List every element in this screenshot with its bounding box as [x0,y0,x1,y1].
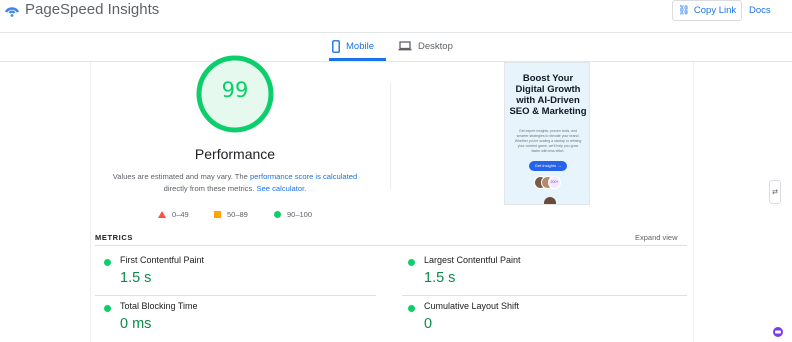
screenshot-portrait [544,197,556,204]
note-text-prefix: Values are estimated and may vary. The [112,172,250,181]
feedback-side-tab[interactable]: ⇄ [769,180,781,204]
tab-desktop-label: Desktop [418,40,453,52]
legend-average-range: 50–89 [227,209,248,219]
pass-circle-icon [408,259,415,266]
docs-link[interactable]: Docs [749,5,771,16]
legend-pass-range: 90–100 [287,209,313,219]
link-icon: ⛓ [677,5,690,16]
metric-value: 1.5 s [424,270,456,286]
copy-link-label: Copy Link [693,5,737,16]
screenshot-avatar-group: 200+ [534,176,564,189]
page-screenshot-thumbnail[interactable]: Boost Your Digital Growth with AI-Driven… [504,62,590,205]
metric-name: First Contentful Paint [120,255,205,265]
legend-pass: 90–100 [274,208,312,220]
smartphone-icon [332,39,340,53]
metrics-section-label: METRICS [95,233,133,242]
score-disclaimer: Values are estimated and may vary. The p… [110,171,360,195]
pagespeed-logo-icon [4,7,20,17]
performance-score-link[interactable]: performance score is calculated [250,172,357,181]
screenshot-headline: Boost Your Digital Growth with AI-Driven… [509,73,587,117]
copy-link-button[interactable]: ⛓ Copy Link [672,0,742,21]
app-title[interactable]: PageSpeed Insights [25,0,159,20]
note-text-suffix: . [304,184,307,193]
device-tabs: Mobile Desktop [0,32,792,62]
pass-circle-icon [104,259,111,266]
metric-value: 1.5 s [120,270,152,286]
fail-triangle-icon [158,210,166,218]
legend-fail: 0–49 [158,208,189,220]
metric-value: 0 [424,316,433,332]
metric-name: Total Blocking Time [120,301,198,311]
metrics-divider [95,245,687,246]
metric-name: Largest Contentful Paint [424,255,521,265]
performance-score-value: 99 [221,78,249,102]
expand-view-toggle[interactable]: Expand view [635,233,678,242]
report-card-border-right [693,62,694,342]
metric-name: Cumulative Layout Shift [424,301,520,311]
note-text-middle: directly from these metrics. [163,184,257,193]
tab-mobile[interactable]: Mobile [332,32,374,60]
tab-desktop[interactable]: Desktop [398,32,453,60]
pass-circle-icon [274,210,281,218]
laptop-icon [398,41,412,51]
screenshot-body-text: Get expert insights, proven tools, and s… [514,129,582,153]
summary-divider [390,82,391,190]
top-header: PageSpeed Insights ⛓ Copy Link Docs [0,0,792,33]
performance-category-title: Performance [194,146,276,162]
avatar-count-badge: 200+ [548,176,561,189]
report-card-border-left [90,62,91,342]
tabs-divider [0,61,792,62]
legend-fail-range: 0–49 [172,209,189,219]
metrics-row-divider [95,295,376,296]
see-calculator-link[interactable]: See calculator [257,184,305,193]
metric-value: 0 ms [120,316,152,332]
pass-circle-icon [104,305,111,312]
tab-mobile-label: Mobile [346,40,374,52]
average-square-icon [214,210,221,218]
screenshot-cta-button: Get Insights → [529,161,567,171]
legend-average: 50–89 [214,208,248,220]
pass-circle-icon [408,305,415,312]
chat-bubble-icon[interactable] [772,326,784,338]
metrics-row-divider [402,295,687,296]
